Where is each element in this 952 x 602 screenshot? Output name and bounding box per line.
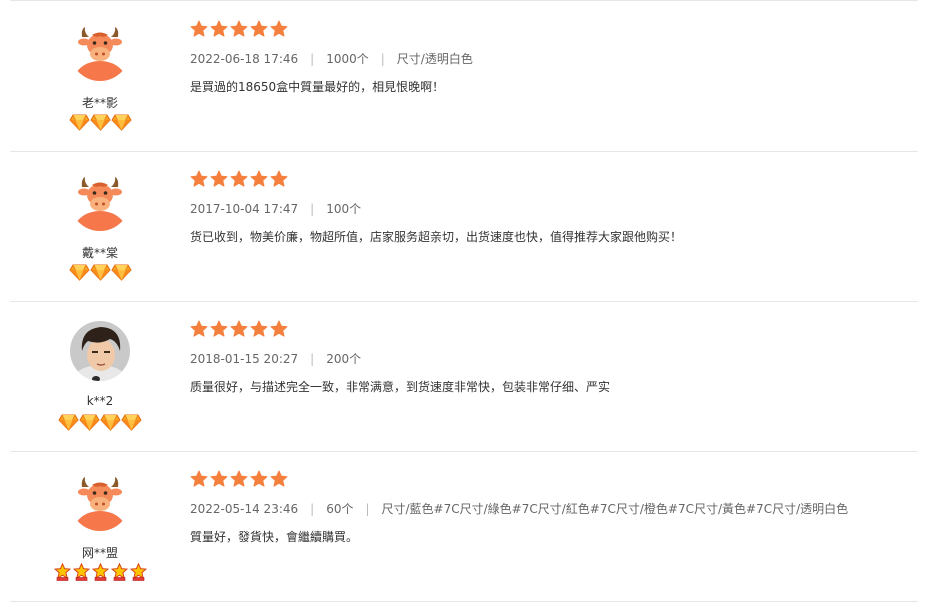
review-date: 2017-10-04 17:47 xyxy=(190,202,299,216)
meta-separator: | xyxy=(310,52,315,66)
review-meta: 2017-10-04 17:47 | 100个 xyxy=(190,200,361,217)
reviewer-info: k**2 xyxy=(10,301,190,451)
star-icon xyxy=(230,470,248,488)
reviewer-name: 戴**棠 xyxy=(81,246,118,260)
buyer-level xyxy=(10,562,190,583)
star-icon xyxy=(230,170,248,188)
rating-stars xyxy=(190,470,290,490)
star-icon xyxy=(250,320,268,338)
buyer-level xyxy=(10,113,190,133)
product-spec: 尺寸/透明白色 xyxy=(396,52,473,66)
buyer-level xyxy=(10,413,190,433)
review-meta: 2022-05-14 23:46 | 60个 | 尺寸/藍色#7C尺寸/綠色#7C尺寸/… xyxy=(190,500,848,517)
diamond-icon xyxy=(68,263,90,281)
meta-separator: | xyxy=(310,352,315,366)
meta-separator: | xyxy=(380,52,385,66)
buyer-level xyxy=(10,263,190,283)
review-item: 戴**棠 2017-10-04 17:47 | 100个 货已收到，物美价廉，物超所… xyxy=(10,151,918,302)
review-text: 货已收到，物美价廉，物超所值，店家服务超亲切，出货速度也快，值得推荐大家跟他购买… xyxy=(190,230,683,244)
reviewer-info: 网**盟 xyxy=(10,451,190,601)
purchase-quantity: 60个 xyxy=(326,502,354,516)
star-icon xyxy=(250,470,268,488)
star-icon xyxy=(230,320,248,338)
diamond-icon xyxy=(110,113,132,131)
review-date: 2022-06-18 17:46 xyxy=(190,52,299,66)
star-icon xyxy=(190,320,208,338)
star-icon xyxy=(270,20,288,38)
diamond-icon xyxy=(79,413,100,431)
diamond-icon xyxy=(121,413,142,431)
review-item: k**2 2018-01-15 20:27 | 200个 质量很好，与描述完全一致，… xyxy=(10,301,918,452)
review-text: 質量好，發貨快，會繼續購買。 xyxy=(190,530,359,544)
star-icon xyxy=(210,20,228,38)
review-date: 2018-01-15 20:27 xyxy=(190,352,299,366)
diamond-icon xyxy=(68,113,90,131)
reviewer-info: 老**影 xyxy=(10,1,190,151)
crown-icon xyxy=(72,562,90,581)
reviewer-name: 老**影 xyxy=(81,96,118,110)
diamond-icon xyxy=(89,113,111,131)
star-icon xyxy=(210,320,228,338)
review-content: 2017-10-04 17:47 | 100个 货已收到，物美价廉，物超所值，店家服… xyxy=(190,151,918,301)
cow-avatar-icon[interactable] xyxy=(70,171,130,231)
purchase-quantity: 1000个 xyxy=(326,52,369,66)
star-icon xyxy=(210,470,228,488)
star-icon xyxy=(230,20,248,38)
rating-stars xyxy=(190,320,290,340)
star-icon xyxy=(190,20,208,38)
crown-icon xyxy=(110,562,128,581)
star-icon xyxy=(270,470,288,488)
diamond-icon xyxy=(58,413,79,431)
star-icon xyxy=(270,320,288,338)
star-icon xyxy=(270,170,288,188)
review-date: 2022-05-14 23:46 xyxy=(190,502,299,516)
product-spec: 尺寸/藍色#7C尺寸/綠色#7C尺寸/紅色#7C尺寸/橙色#7C尺寸/黃色#7C… xyxy=(381,502,849,516)
crown-icon xyxy=(129,562,147,581)
star-icon xyxy=(250,20,268,38)
meta-separator: | xyxy=(365,502,370,516)
reviewer-name: 网**盟 xyxy=(81,546,118,560)
review-item: 老**影 2022-06-18 17:46 | 1000个 | 尺寸/透明白色 是買過的… xyxy=(10,1,918,152)
purchase-quantity: 200个 xyxy=(326,352,362,366)
diamond-icon xyxy=(89,263,111,281)
diamond-icon xyxy=(110,263,132,281)
review-content: 2022-06-18 17:46 | 1000个 | 尺寸/透明白色 是買過的18650… xyxy=(190,1,918,151)
review-text: 质量很好，与描述完全一致，非常满意，到货速度非常快，包装非常仔细、严实 xyxy=(190,380,611,394)
star-icon xyxy=(190,170,208,188)
reviewer-info: 戴**棠 xyxy=(10,151,190,301)
review-text: 是買過的18650盒中質量最好的，相見恨晚啊！ xyxy=(190,80,445,94)
crown-icon xyxy=(53,562,71,581)
star-icon xyxy=(250,170,268,188)
diamond-icon xyxy=(100,413,121,431)
review-meta: 2018-01-15 20:27 | 200个 xyxy=(190,350,361,367)
user-photo-avatar[interactable] xyxy=(70,321,130,381)
review-meta: 2022-06-18 17:46 | 1000个 | 尺寸/透明白色 xyxy=(190,50,473,67)
cow-avatar-icon[interactable] xyxy=(70,471,130,531)
review-content: 2022-05-14 23:46 | 60个 | 尺寸/藍色#7C尺寸/綠色#7C尺寸/… xyxy=(190,451,918,601)
star-icon xyxy=(190,470,208,488)
rating-stars xyxy=(190,20,290,40)
star-icon xyxy=(210,170,228,188)
meta-separator: | xyxy=(310,202,315,216)
reviewer-name: k**2 xyxy=(86,394,114,408)
meta-separator: | xyxy=(310,502,315,516)
review-item: 网**盟 2022-05-14 23:46 | 60个 | 尺寸/藍色#7C尺寸/綠色#… xyxy=(10,451,918,602)
rating-stars xyxy=(190,170,290,190)
crown-icon xyxy=(91,562,109,581)
review-content: 2018-01-15 20:27 | 200个 质量很好，与描述完全一致，非常满意，… xyxy=(190,301,918,451)
cow-avatar-icon[interactable] xyxy=(70,21,130,81)
purchase-quantity: 100个 xyxy=(326,202,362,216)
